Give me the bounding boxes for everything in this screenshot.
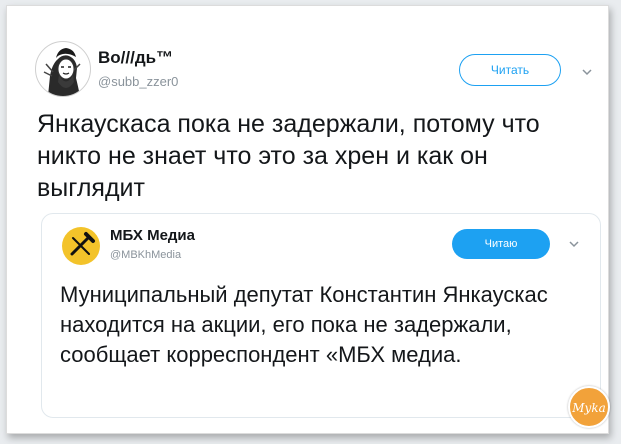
chevron-down-icon[interactable]: [568, 239, 580, 249]
tweet-text: Янкаускаса пока не задержали, потому что…: [37, 110, 540, 202]
quoted-author-name[interactable]: МБХ Медиа: [110, 227, 195, 244]
quoted-following-label: Читаю: [484, 238, 518, 250]
quoted-following-button[interactable]: Читаю: [452, 229, 550, 259]
chevron-down-icon[interactable]: [581, 67, 593, 77]
author-avatar[interactable]: [35, 41, 91, 97]
quoted-tweet-text: Муниципальный депутат Константин Янкауск…: [60, 282, 548, 367]
quoted-tweet[interactable]: МБХ Медиа @MBKhMedia Читаю Муниципальный…: [41, 213, 601, 418]
portrait-sketch-icon: [43, 48, 81, 96]
quoted-author-handle[interactable]: @MBKhMedia: [110, 249, 181, 261]
quoted-author-avatar[interactable]: [62, 227, 100, 265]
follow-button[interactable]: Читать: [459, 54, 561, 86]
author-name[interactable]: Во///дь™: [98, 48, 173, 68]
watermark-logo-icon: Myka: [568, 386, 610, 428]
watermark-text: Myka: [571, 401, 606, 415]
tweet-card: Во///дь™ @subb_zzer0 Читать Янкаускаса п…: [6, 5, 610, 434]
mbh-logo-icon: [70, 232, 95, 256]
author-handle[interactable]: @subb_zzer0: [98, 74, 178, 89]
follow-button-label: Читать: [490, 63, 530, 77]
